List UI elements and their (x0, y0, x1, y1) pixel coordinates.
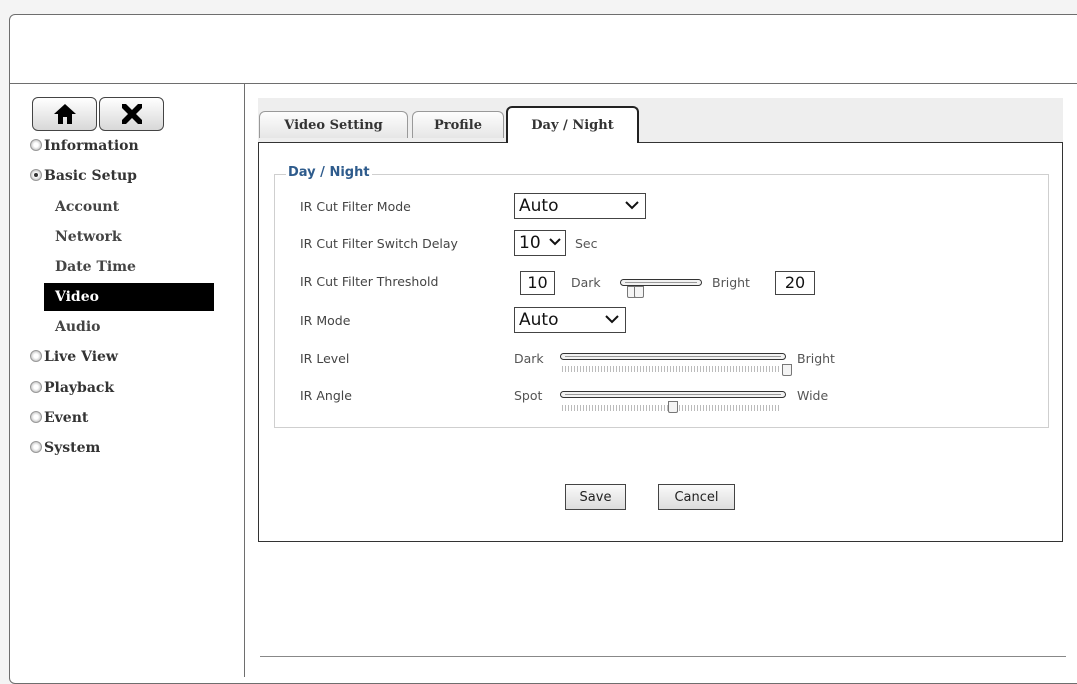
tools-icon (121, 104, 142, 124)
chevron-down-icon (549, 238, 561, 246)
collapsed-bullet-icon (30, 381, 42, 393)
sidebar-subitem-video[interactable]: Video (44, 283, 214, 311)
ir-cut-threshold-label: IR Cut Filter Threshold (300, 274, 439, 289)
save-button[interactable]: Save (565, 484, 626, 510)
sidebar-item-system[interactable]: System (30, 440, 100, 456)
ir-level-right-label: Bright (797, 351, 835, 366)
ir-level-left-label: Dark (514, 351, 544, 366)
threshold-slider-thumb-high[interactable] (634, 286, 645, 298)
sidebar-subitem-date-time[interactable]: Date Time (55, 259, 136, 275)
home-button[interactable] (32, 97, 97, 131)
ir-level-slider-thumb[interactable] (782, 364, 792, 376)
ir-level-slider-track[interactable] (560, 353, 786, 360)
ir-level-label: IR Level (300, 351, 350, 366)
threshold-dark-label: Dark (571, 275, 601, 290)
sidebar-subitem-audio[interactable]: Audio (55, 319, 101, 335)
sidebar-divider (244, 84, 245, 677)
ir-mode-select[interactable]: Auto (514, 307, 626, 333)
ir-angle-right-label: Wide (797, 388, 829, 403)
sidebar-subitem-account[interactable]: Account (55, 199, 119, 215)
sidebar-item-live-view[interactable]: Live View (30, 349, 118, 365)
sidebar-item-playback[interactable]: Playback (30, 380, 114, 396)
sidebar-item-basic-setup[interactable]: Basic Setup (30, 168, 137, 184)
ir-angle-slider-thumb[interactable] (668, 401, 678, 413)
threshold-dark-input[interactable]: 10 (520, 271, 555, 295)
ir-cut-mode-select[interactable]: Auto (514, 193, 646, 219)
delay-unit: Sec (575, 236, 598, 251)
sidebar-item-event[interactable]: Event (30, 410, 88, 426)
header-divider (9, 83, 1077, 84)
section-legend: Day / Night (286, 165, 372, 180)
tab-day-night[interactable]: Day / Night (506, 106, 639, 143)
sidebar-subitem-network[interactable]: Network (55, 229, 122, 245)
ir-angle-slider-track[interactable] (560, 391, 786, 398)
tab-profile[interactable]: Profile (412, 111, 504, 138)
ir-angle-left-label: Spot (514, 388, 543, 403)
collapsed-bullet-icon (30, 350, 42, 362)
cancel-button[interactable]: Cancel (658, 484, 735, 510)
threshold-bright-input[interactable]: 20 (775, 271, 815, 295)
ir-mode-label: IR Mode (300, 313, 351, 328)
ir-cut-delay-select[interactable]: 10 (514, 230, 566, 256)
ir-cut-delay-label: IR Cut Filter Switch Delay (300, 236, 458, 251)
ir-cut-mode-label: IR Cut Filter Mode (300, 199, 411, 214)
footer-divider (260, 656, 1066, 657)
tab-video-setting[interactable]: Video Setting (259, 111, 408, 138)
setup-button[interactable] (99, 97, 164, 131)
threshold-slider-track[interactable] (620, 279, 702, 286)
collapsed-bullet-icon (30, 139, 42, 151)
home-icon (53, 104, 76, 124)
threshold-bright-label: Bright (712, 275, 750, 290)
chevron-down-icon (625, 201, 639, 210)
collapsed-bullet-icon (30, 441, 42, 453)
ir-level-ticks (562, 366, 780, 372)
sidebar-item-information[interactable]: Information (30, 138, 139, 154)
expanded-bullet-icon (30, 169, 42, 181)
collapsed-bullet-icon (30, 411, 42, 423)
chevron-down-icon (605, 315, 619, 324)
ir-angle-label: IR Angle (300, 388, 352, 403)
